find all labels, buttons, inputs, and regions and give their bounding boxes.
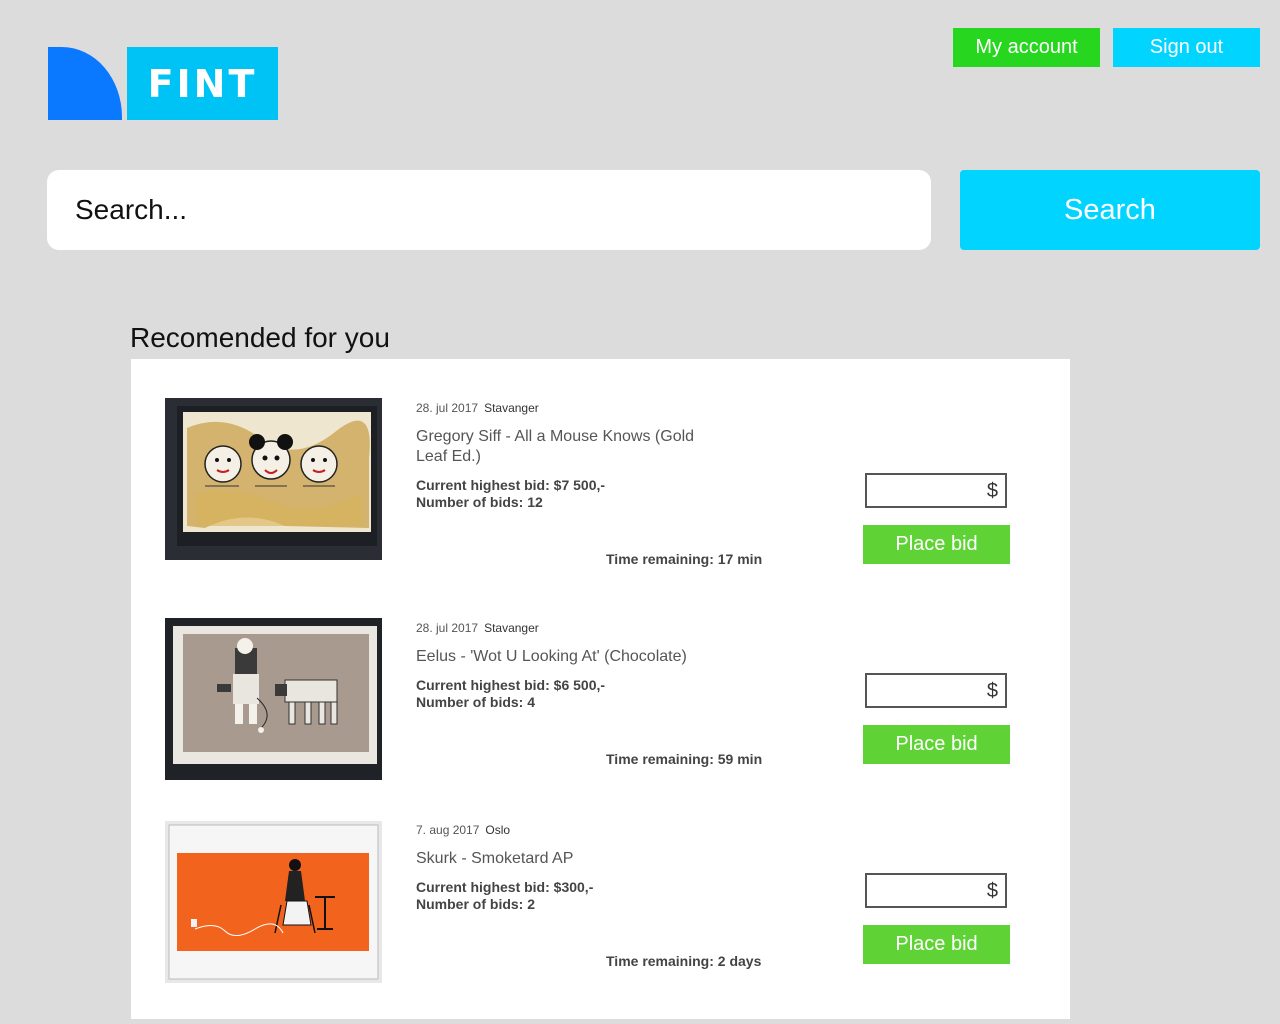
bid-amount-field[interactable]: $ — [865, 873, 1007, 908]
item-bid-info: Current highest bid: $7 500,- Number of … — [416, 477, 605, 511]
sign-out-button[interactable]: Sign out — [1113, 28, 1260, 67]
item-title[interactable]: Skurk - Smoketard AP — [416, 849, 706, 869]
bid-count: Number of bids: 12 — [416, 494, 543, 510]
bid-count: Number of bids: 4 — [416, 694, 536, 710]
dollar-icon: $ — [986, 680, 998, 702]
item-title[interactable]: Eelus - 'Wot U Looking At' (Chocolate) — [416, 647, 706, 667]
list-item: 28. jul 2017 Stavanger Gregory Siff - All… — [131, 359, 1070, 567]
time-remaining: Time remaining: 2 days — [606, 953, 762, 969]
highest-bid: Current highest bid: $7 500,- — [416, 477, 606, 493]
item-meta: 28. jul 2017 Stavanger — [416, 621, 539, 635]
fint-logo[interactable]: FINT — [48, 47, 278, 120]
time-remaining: Time remaining: 17 min — [606, 551, 763, 567]
item-location: Stavanger — [484, 401, 539, 415]
dollar-icon: $ — [986, 480, 998, 502]
item-date: 28. jul 2017 — [416, 401, 479, 415]
artwork-image-3[interactable] — [165, 821, 382, 983]
time-remaining: Time remaining: 59 min — [606, 751, 763, 767]
recommended-list: 28. jul 2017 Stavanger Gregory Siff - All… — [131, 359, 1070, 1019]
place-bid-button[interactable]: Place bid — [863, 525, 1010, 564]
bid-count: Number of bids: 2 — [416, 896, 536, 912]
bid-amount-field[interactable]: $ — [865, 673, 1007, 708]
bid-amount-field[interactable]: $ — [865, 473, 1007, 508]
search-button[interactable]: Search — [960, 170, 1260, 250]
item-title[interactable]: Gregory Siff - All a Mouse Knows (Gold L… — [416, 427, 706, 467]
item-meta: 7. aug 2017 Oslo — [416, 823, 510, 837]
bid-amount-input[interactable] — [867, 675, 1005, 706]
place-bid-button[interactable]: Place bid — [863, 725, 1010, 764]
my-account-button[interactable]: My account — [953, 28, 1100, 67]
item-location: Stavanger — [484, 621, 539, 635]
logo-text: FINT — [127, 47, 278, 120]
item-date: 28. jul 2017 — [416, 621, 479, 635]
dollar-icon: $ — [986, 880, 998, 902]
item-bid-info: Current highest bid: $6 500,- Number of … — [416, 677, 605, 711]
artwork-image-1[interactable] — [165, 398, 382, 560]
highest-bid: Current highest bid: $300,- — [416, 879, 594, 895]
list-item: 7. aug 2017 Oslo Skurk - Smoketard AP Cur… — [131, 781, 1070, 983]
section-title: Recomended for you — [130, 322, 390, 353]
bid-amount-input[interactable] — [867, 475, 1005, 506]
artwork-image-2[interactable] — [165, 618, 382, 780]
item-date: 7. aug 2017 — [416, 823, 480, 837]
logo-shape — [48, 47, 122, 120]
list-item: 28. jul 2017 Stavanger Eelus - 'Wot U Loo… — [131, 579, 1070, 780]
item-location: Oslo — [485, 823, 511, 837]
item-meta: 28. jul 2017 Stavanger — [416, 401, 539, 415]
item-bid-info: Current highest bid: $300,- Number of bi… — [416, 879, 593, 913]
highest-bid: Current highest bid: $6 500,- — [416, 677, 606, 693]
place-bid-button[interactable]: Place bid — [863, 925, 1010, 964]
bid-amount-input[interactable] — [867, 875, 1005, 906]
search-input[interactable] — [47, 170, 931, 250]
